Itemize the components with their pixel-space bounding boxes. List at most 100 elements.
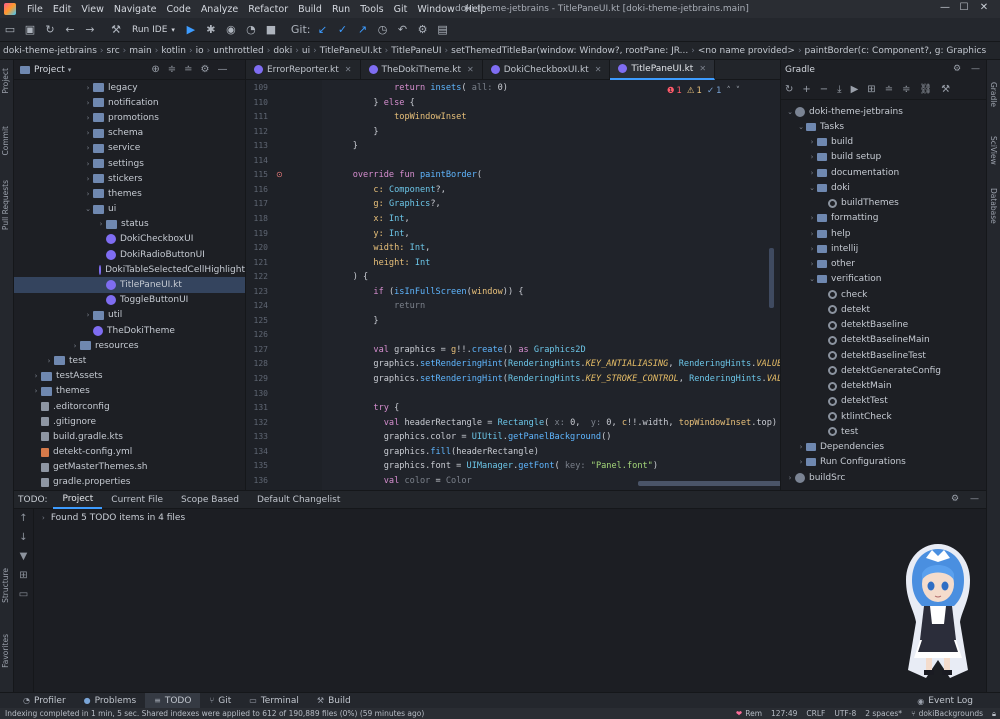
breadcrumb-item[interactable]: <no name provided>: [695, 46, 798, 56]
project-tree-item[interactable]: › util: [14, 308, 245, 323]
offline-icon[interactable]: ⊞: [867, 84, 875, 95]
todo-result-row[interactable]: › Found 5 TODO items in 4 files: [42, 513, 185, 523]
gradle-tree-item[interactable]: › build: [781, 135, 986, 150]
menu-item-refactor[interactable]: Refactor: [243, 4, 293, 15]
breadcrumb-item[interactable]: TitlePaneUI: [388, 46, 444, 56]
gradle-tree-item[interactable]: buildThemes: [781, 196, 986, 211]
project-tree-item[interactable]: build.gradle.kts: [14, 429, 245, 444]
gradle-tree-item[interactable]: check: [781, 287, 986, 302]
gradle-tree-item[interactable]: › buildSrc: [781, 470, 986, 485]
todo-tab[interactable]: Scope Based: [172, 491, 248, 509]
stripe-commit[interactable]: Commit: [1, 126, 10, 155]
menu-item-code[interactable]: Code: [161, 4, 195, 15]
layout-icon[interactable]: ▤: [435, 22, 451, 38]
gradle-tree-item[interactable]: detektTest: [781, 394, 986, 409]
gradle-tree-item[interactable]: › documentation: [781, 165, 986, 180]
download-icon[interactable]: ⤓: [837, 84, 841, 95]
gradle-tree-item[interactable]: ⌄ doki: [781, 180, 986, 195]
project-tree-item[interactable]: › service: [14, 141, 245, 156]
gradle-tree-item[interactable]: detektBaselineTest: [781, 348, 986, 363]
gradle-tree-item[interactable]: test: [781, 424, 986, 439]
gradle-tree-item[interactable]: detekt: [781, 302, 986, 317]
add-icon[interactable]: +: [802, 84, 810, 95]
gradle-tree-item[interactable]: ⌄ verification: [781, 272, 986, 287]
stripe-structure[interactable]: Structure: [1, 568, 10, 603]
wrench-icon[interactable]: ⚒: [941, 84, 950, 95]
arrow-up-icon[interactable]: ↑: [14, 509, 33, 528]
project-tree-item[interactable]: gradle.properties: [14, 475, 245, 490]
lock-icon[interactable]: 🔒︎: [992, 709, 996, 719]
collapse-all-icon[interactable]: ≑: [168, 64, 176, 75]
coverage-icon[interactable]: ◉: [223, 22, 239, 38]
menu-item-file[interactable]: File: [22, 4, 48, 15]
expand-all-icon[interactable]: ≐: [184, 64, 192, 75]
collapse-all-icon[interactable]: ≑: [902, 84, 910, 95]
stripe-pull-requests[interactable]: Pull Requests: [1, 180, 10, 230]
project-tree-item[interactable]: .gitignore: [14, 414, 245, 429]
breadcrumb-item[interactable]: TitlePaneUI.kt: [317, 46, 385, 56]
group-icon[interactable]: ⊞: [14, 566, 33, 585]
bottom-tool-git[interactable]: ⑂ Git: [200, 693, 240, 709]
event-log-button[interactable]: ◉ Event Log: [908, 693, 982, 709]
panel-settings-icon[interactable]: ⚙: [200, 64, 209, 75]
run-icon[interactable]: ▶: [183, 22, 199, 38]
project-tree-item[interactable]: › promotions: [14, 110, 245, 125]
open-folder-icon[interactable]: ▭: [2, 22, 18, 38]
override-marker-icon[interactable]: ⊙: [276, 170, 283, 179]
git-commit-icon[interactable]: ✓: [335, 22, 351, 38]
indent-setting[interactable]: 2 spaces*: [865, 709, 902, 718]
project-tree-item[interactable]: DokiCheckboxUI: [14, 232, 245, 247]
project-tree-item[interactable]: › settings: [14, 156, 245, 171]
close-tab-icon[interactable]: ✕: [467, 65, 474, 74]
stop-icon[interactable]: ■: [263, 22, 279, 38]
arrow-down-icon[interactable]: ↓: [14, 528, 33, 547]
ide-settings-icon[interactable]: ⚙: [415, 22, 431, 38]
breadcrumb-item[interactable]: ui: [299, 46, 313, 56]
code-editor[interactable]: 109 110 111 112 113 114 115 116 117 118 119 120 121 1…: [246, 80, 780, 490]
debug-icon[interactable]: ✱: [203, 22, 219, 38]
bottom-tool-todo[interactable]: ≡ TODO: [145, 692, 201, 709]
project-tree-item[interactable]: › test: [14, 353, 245, 368]
sync-icon[interactable]: ↻: [42, 22, 58, 38]
gradle-tree-item[interactable]: › other: [781, 257, 986, 272]
git-update-icon[interactable]: ↙: [315, 22, 331, 38]
git-branch[interactable]: dokiBackgrounds: [919, 709, 983, 718]
save-icon[interactable]: ▣: [22, 22, 38, 38]
hide-panel-icon[interactable]: —: [971, 64, 980, 74]
profile-icon[interactable]: ◔: [243, 22, 259, 38]
run-task-icon[interactable]: ▶: [851, 84, 859, 95]
inspection-indicators[interactable]: ❶1 ⚠ 1 ✓ 1 ˄ ˅: [662, 86, 740, 96]
menu-item-window[interactable]: Window: [412, 4, 459, 15]
locate-icon[interactable]: ⊕: [151, 64, 159, 75]
project-tree-item[interactable]: DokiTableSelectedCellHighlight: [14, 262, 245, 277]
editor-horizontal-scrollbar[interactable]: [638, 481, 780, 486]
hide-panel-icon[interactable]: —: [217, 64, 227, 75]
gradle-tree-item[interactable]: ⌄ Tasks: [781, 119, 986, 134]
project-tree-item[interactable]: › testAssets: [14, 369, 245, 384]
close-tab-icon[interactable]: ✕: [595, 65, 602, 74]
gradle-tree-item[interactable]: detektMain: [781, 379, 986, 394]
link-icon[interactable]: ⛓: [919, 84, 932, 95]
project-tree-item[interactable]: ⌄ ui: [14, 202, 245, 217]
stripe-database[interactable]: Database: [989, 188, 998, 224]
project-tree-item[interactable]: › themes: [14, 186, 245, 201]
breadcrumb-item[interactable]: main: [126, 46, 155, 56]
panel-settings-icon[interactable]: ⚙: [951, 494, 959, 504]
project-tree-item[interactable]: › notification: [14, 95, 245, 110]
project-tree-item[interactable]: › legacy: [14, 80, 245, 95]
stripe-favorites[interactable]: Favorites: [1, 634, 10, 668]
build-hammer-icon[interactable]: ⚒: [108, 22, 124, 38]
line-separator[interactable]: CRLF: [806, 709, 825, 718]
project-panel-title[interactable]: Project: [34, 65, 65, 75]
close-icon[interactable]: ✕: [977, 2, 991, 16]
minimize-icon[interactable]: —: [938, 2, 952, 16]
stripe-project[interactable]: Project: [1, 68, 10, 94]
todo-tab[interactable]: Project: [53, 491, 103, 509]
maximize-icon[interactable]: ☐: [957, 2, 971, 16]
bottom-tool-profiler[interactable]: ◔ Profiler: [14, 693, 75, 709]
git-history-icon[interactable]: ◷: [375, 22, 391, 38]
bottom-tool-build[interactable]: ⚒ Build: [308, 693, 360, 709]
gradle-tree-item[interactable]: › build setup: [781, 150, 986, 165]
filter-icon[interactable]: ▼: [14, 547, 33, 566]
chevron-down-icon[interactable]: ▾: [68, 66, 72, 74]
